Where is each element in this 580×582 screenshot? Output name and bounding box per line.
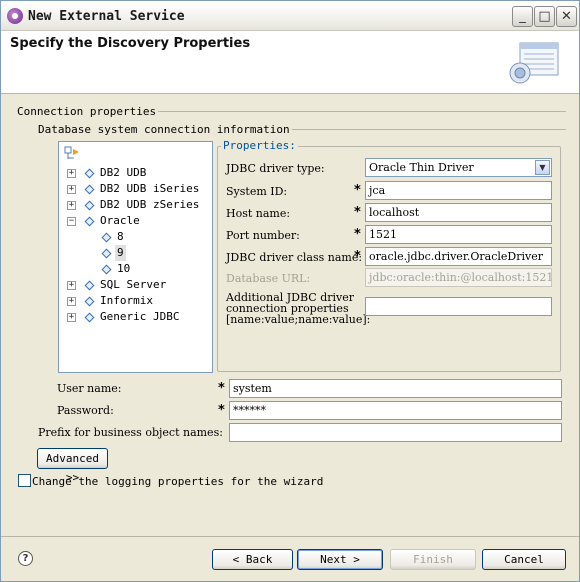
required-marker: * xyxy=(354,205,361,220)
close-button[interactable]: ✕ xyxy=(556,6,577,27)
advanced-button[interactable]: Advanced >> xyxy=(37,448,108,484)
required-marker: * xyxy=(354,183,361,198)
database-node-icon xyxy=(84,216,95,227)
additional-props-field[interactable] xyxy=(365,297,552,316)
database-url-label: Database URL: xyxy=(226,272,311,285)
help-icon[interactable]: ? xyxy=(18,551,33,566)
tree-item-label: Generic JDBC xyxy=(100,310,180,323)
required-marker: * xyxy=(218,403,225,418)
connection-separator xyxy=(138,111,566,112)
cancel-button[interactable]: Cancel xyxy=(482,549,566,570)
logging-checkbox[interactable] xyxy=(18,474,31,487)
expand-icon[interactable]: + xyxy=(67,185,76,194)
tree-item-label: Oracle xyxy=(100,214,140,227)
required-marker: * xyxy=(354,249,361,264)
user-name-field[interactable]: system xyxy=(229,379,562,398)
page-title: Specify the Discovery Properties xyxy=(10,36,251,51)
discovery-wizard-icon xyxy=(509,42,559,84)
app-icon xyxy=(7,8,23,24)
driver-class-label: JDBC driver class name: xyxy=(226,251,363,264)
system-id-label: System ID: xyxy=(226,185,288,198)
logging-checkbox-label[interactable]: Change the logging properties for the wi… xyxy=(32,475,323,488)
tree-item-label: SQL Server xyxy=(100,278,167,291)
next-button[interactable]: Next > xyxy=(297,549,383,570)
database-node-icon xyxy=(84,168,95,179)
database-url-field: jdbc:oracle:thin:@localhost:1521 xyxy=(365,268,552,287)
minimize-button[interactable]: _ xyxy=(512,6,533,27)
wizard-header: Specify the Discovery Properties xyxy=(1,31,579,94)
database-node-icon xyxy=(84,312,95,323)
host-name-field[interactable]: localhost xyxy=(365,203,552,222)
driver-type-label: JDBC driver type: xyxy=(226,162,325,175)
version-node-icon xyxy=(101,248,112,259)
tree-item-label: DB2 UDB xyxy=(100,166,147,179)
version-node-icon xyxy=(101,232,112,243)
expand-icon[interactable]: + xyxy=(67,281,76,290)
tree-item-generic-jdbc[interactable]: + Generic JDBC xyxy=(59,309,209,325)
system-id-field[interactable]: jca xyxy=(365,181,552,200)
expand-icon[interactable]: + xyxy=(67,297,76,306)
maximize-button[interactable]: □ xyxy=(534,6,555,27)
tree-item-label: 10 xyxy=(117,262,131,275)
port-number-label: Port number: xyxy=(226,229,300,242)
tree-item-sql-server[interactable]: + SQL Server xyxy=(59,277,209,293)
driver-class-field[interactable]: oracle.jdbc.driver.OracleDriver xyxy=(365,247,552,266)
collapse-icon[interactable]: − xyxy=(67,217,76,226)
tree-item-label: 8 xyxy=(117,230,124,243)
user-name-label: User name: xyxy=(57,382,122,395)
tree-item-label: DB2 UDB iSeries xyxy=(100,182,200,195)
footer-separator xyxy=(1,536,579,537)
required-marker: * xyxy=(218,381,225,396)
password-label: Password: xyxy=(57,404,114,417)
back-button[interactable]: < Back xyxy=(212,549,293,570)
db-connection-info-label: Database system connection information xyxy=(36,123,292,136)
port-number-field[interactable]: 1521 xyxy=(365,225,552,244)
expand-icon[interactable]: + xyxy=(67,201,76,210)
required-marker: * xyxy=(354,227,361,242)
driver-type-value: Oracle Thin Driver xyxy=(369,161,474,174)
tree-item-label: DB2 UDB zSeries xyxy=(100,198,200,211)
properties-legend: Properties: xyxy=(221,139,298,152)
database-node-icon xyxy=(84,296,95,307)
tree-item-oracle-8[interactable]: 8 xyxy=(59,229,209,245)
new-external-service-window: New External Service _ □ ✕ Specify the D… xyxy=(0,0,580,582)
expand-icon[interactable]: + xyxy=(67,313,76,322)
prefix-field[interactable] xyxy=(229,423,562,442)
tree-item-label-selected: 9 xyxy=(115,245,126,261)
tree-item-db2-udb[interactable]: + DB2 UDB xyxy=(59,165,209,181)
tree-item-oracle-10[interactable]: 10 xyxy=(59,261,209,277)
window-title: New External Service xyxy=(28,9,185,24)
database-node-icon xyxy=(84,200,95,211)
driver-type-select[interactable]: Oracle Thin Driver ▼ xyxy=(365,158,552,177)
chevron-down-icon[interactable]: ▼ xyxy=(535,160,550,175)
tree-item-informix[interactable]: + Informix xyxy=(59,293,209,309)
tree-item-label: Informix xyxy=(100,294,153,307)
tree-item-oracle[interactable]: − Oracle xyxy=(59,213,209,229)
version-node-icon xyxy=(101,264,112,275)
host-name-label: Host name: xyxy=(226,207,291,220)
database-type-tree[interactable]: + DB2 UDB + DB2 UDB iSeries + DB2 UDB zS… xyxy=(58,141,213,373)
connection-properties-label: Connection properties xyxy=(15,105,159,118)
tree-item-db2-udb-iseries[interactable]: + DB2 UDB iSeries xyxy=(59,181,209,197)
db-separator xyxy=(256,129,566,130)
collapse-all-icon[interactable] xyxy=(64,146,80,162)
title-bar: New External Service _ □ ✕ xyxy=(1,1,579,31)
database-node-icon xyxy=(84,184,95,195)
additional-props-label-line3: [name:value;name:value]: xyxy=(226,313,371,326)
finish-button: Finish xyxy=(390,549,476,570)
database-node-icon xyxy=(84,280,95,291)
expand-icon[interactable]: + xyxy=(67,169,76,178)
prefix-label: Prefix for business object names: xyxy=(38,426,223,439)
password-field[interactable]: ****** xyxy=(229,401,562,420)
tree-item-db2-udb-zseries[interactable]: + DB2 UDB zSeries xyxy=(59,197,209,213)
tree-item-oracle-9[interactable]: 9 xyxy=(59,245,209,261)
